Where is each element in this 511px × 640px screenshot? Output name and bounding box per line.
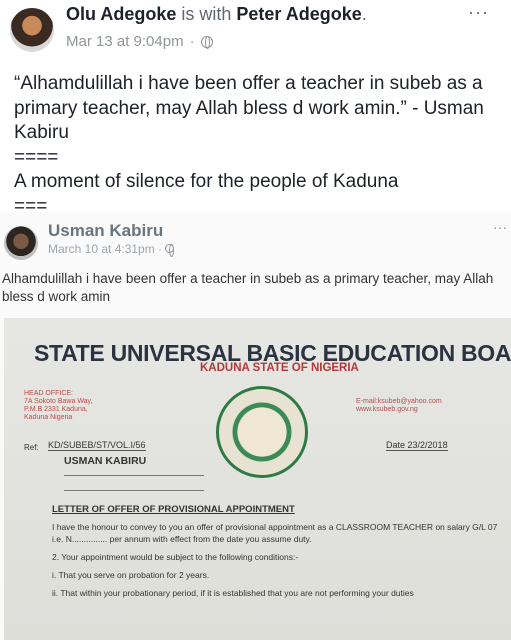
author-name[interactable]: Olu Adegoke xyxy=(66,4,176,24)
with-text: is with xyxy=(176,4,237,24)
shared-timestamp: March 10 at 4:31pm · xyxy=(48,242,175,257)
letter-paragraph: ii. That within your probationary period… xyxy=(52,588,414,598)
tagged-name[interactable]: Peter Adegoke xyxy=(236,4,361,24)
offer-letter-photo: STATE UNIVERSAL BASIC EDUCATION BOARD (S… xyxy=(4,318,511,640)
post-text-line: ==== xyxy=(14,146,59,168)
shared-globe-icon xyxy=(165,244,175,257)
letter-ref-label: Ref: xyxy=(24,443,39,452)
author-avatar[interactable] xyxy=(10,8,54,52)
post-text-line: A moment of silence for the people of Ka… xyxy=(14,171,399,192)
post-timestamp[interactable]: Mar 13 at 9:04pm xyxy=(66,33,184,50)
letter-ref-value: KD/SUBEB/ST/VOL.I/56 xyxy=(48,440,146,451)
letter-heading: LETTER OF OFFER OF PROVISIONAL APPOINTME… xyxy=(52,504,295,515)
shared-author-avatar xyxy=(4,226,38,260)
shared-post-text: Alhamdulillah i have been offer a teache… xyxy=(2,271,494,304)
letter-address: HEAD OFFICE: 7A Sokoto Bawa Way, P.M.B 2… xyxy=(24,390,93,421)
letter-paragraph: i. That you serve on probation for 2 yea… xyxy=(52,570,210,580)
globe-icon[interactable] xyxy=(200,35,213,49)
post-text: “Alhamdulillah i have been offer a teach… xyxy=(14,72,504,219)
post-header: Olu Adegoke is with Peter Adegoke. Mar 1… xyxy=(0,0,511,60)
letter-paragraph: I have the honour to convey to you an of… xyxy=(52,522,498,544)
state-seal-icon xyxy=(216,386,308,478)
more-options-button[interactable]: ··· xyxy=(468,2,489,23)
address-line xyxy=(64,475,204,476)
shared-more-icon: ··· xyxy=(493,219,507,235)
meta-separator: · xyxy=(189,33,195,50)
letter-addressee: USMAN KABIRU xyxy=(64,455,147,467)
letter-paragraph: 2. Your appointment would be subject to … xyxy=(52,552,299,562)
post-meta: Mar 13 at 9:04pm · xyxy=(66,33,213,50)
letter-body: I have the honour to convey to you an of… xyxy=(52,521,502,605)
letter-email: E-mail:ksubeb@yahoo.com www.ksubeb.gov.n… xyxy=(356,398,442,413)
letter-date: Date 23/2/2018 xyxy=(386,440,448,451)
address-line xyxy=(64,490,204,491)
letter-subtitle: KADUNA STATE OF NIGERIA xyxy=(200,362,359,374)
post-text-line: “Alhamdulillah i have been offer a teach… xyxy=(14,73,484,143)
shared-author-name: Usman Kabiru xyxy=(48,221,164,240)
tagged-suffix: . xyxy=(361,4,367,24)
post-author-line: Olu Adegoke is with Peter Adegoke. xyxy=(66,4,367,25)
